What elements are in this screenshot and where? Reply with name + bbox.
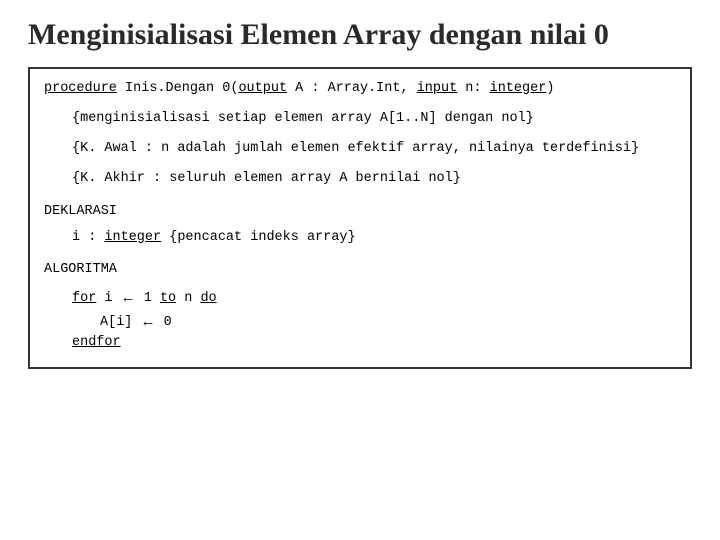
arrow-icon-2: ←	[141, 311, 156, 334]
for-line: for i ← 1 to n do	[72, 286, 676, 309]
decl-post: {pencacat indeks array}	[161, 230, 355, 245]
for-var: i	[96, 291, 120, 306]
body-pre: A[i]	[100, 315, 141, 330]
proc-name: Inis.Dengan 0(	[117, 81, 239, 96]
code-box: procedure Inis.Dengan 0(output A : Array…	[28, 67, 692, 370]
sig-end: )	[546, 81, 554, 96]
keyword-input: input	[417, 81, 458, 96]
procedure-signature: procedure Inis.Dengan 0(output A : Array…	[44, 79, 676, 99]
keyword-endfor: endfor	[72, 335, 121, 350]
deklarasi-line: i : integer {pencacat indeks array}	[72, 228, 676, 248]
arrow-icon: ←	[121, 287, 136, 310]
keyword-integer-2: integer	[104, 230, 161, 245]
algoritma-label: ALGORITMA	[44, 260, 676, 280]
keyword-output: output	[238, 81, 287, 96]
keyword-do: do	[200, 291, 216, 306]
deklarasi-label: DEKLARASI	[44, 202, 676, 222]
keyword-procedure: procedure	[44, 81, 117, 96]
comment-postcond: {K. Akhir : seluruh elemen array A berni…	[72, 169, 676, 189]
keyword-to: to	[160, 291, 176, 306]
comment-precond: {K. Awal : n adalah jumlah elemen efekti…	[72, 139, 676, 159]
comment-desc: {menginisialisasi setiap elemen array A[…	[72, 109, 676, 129]
body-post: 0	[156, 315, 172, 330]
keyword-integer: integer	[490, 81, 547, 96]
endfor-line: endfor	[72, 333, 676, 353]
for-body: A[i] ← 0	[100, 310, 676, 333]
sig-mid2: n:	[457, 81, 489, 96]
slide-title: Menginisialisasi Elemen Array dengan nil…	[28, 18, 692, 53]
for-n: n	[176, 291, 200, 306]
for-one: 1	[136, 291, 160, 306]
keyword-for: for	[72, 291, 96, 306]
decl-pre: i :	[72, 230, 104, 245]
sig-mid1: A : Array.Int,	[287, 81, 417, 96]
